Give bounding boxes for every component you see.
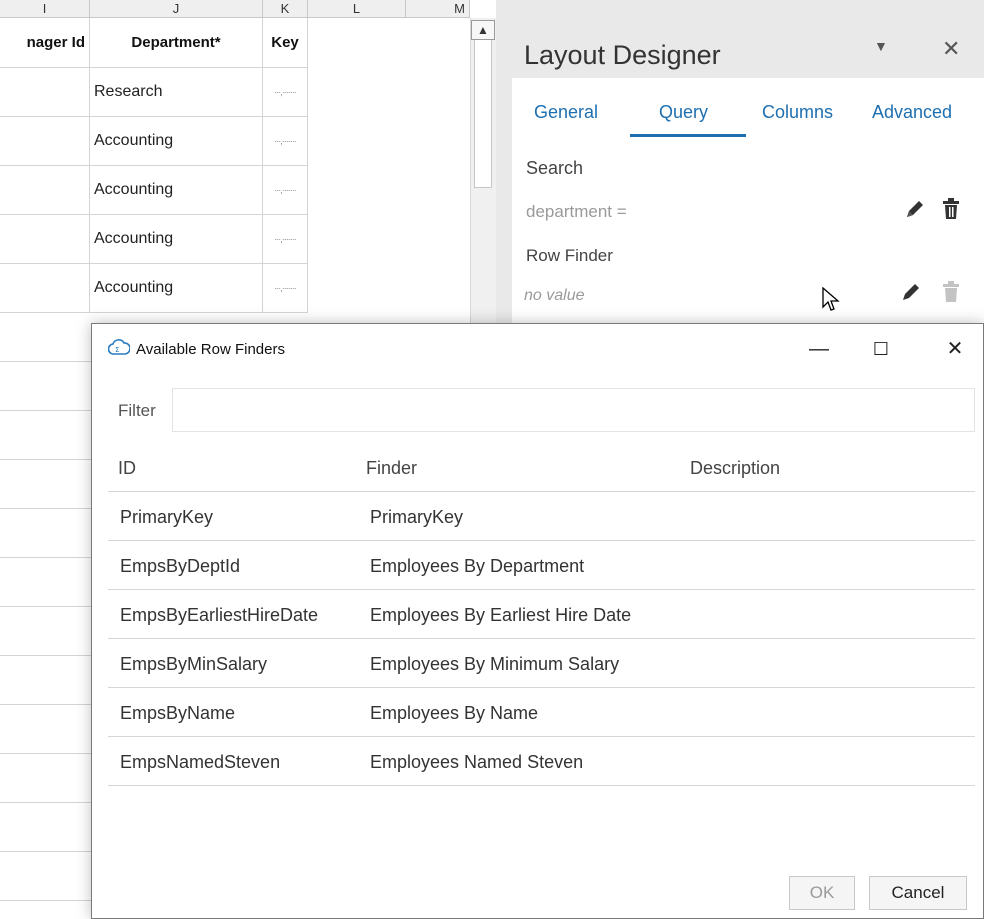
table-row[interactable]: PrimaryKey PrimaryKey	[108, 492, 975, 541]
cloud-app-icon: Σ	[107, 338, 131, 358]
row-finder: Employees By Department	[370, 556, 585, 576]
table-header: ID Finder Description	[108, 444, 975, 492]
table-row	[0, 509, 91, 558]
column-letter-m[interactable]: M	[406, 0, 470, 18]
table-row	[0, 705, 91, 754]
table-row	[0, 460, 91, 509]
grid-cell[interactable]	[0, 264, 90, 313]
row-id: EmpsNamedSteven	[120, 752, 281, 772]
pencil-icon[interactable]	[904, 198, 926, 226]
department-cell[interactable]: Accounting	[90, 215, 263, 264]
row-id: EmpsByMinSalary	[120, 654, 268, 674]
table-row	[0, 411, 91, 460]
minimize-icon[interactable]: —	[796, 334, 842, 364]
table-row[interactable]: EmpsByName Employees By Name	[108, 688, 975, 737]
key-cell[interactable]: ···,·······	[263, 68, 308, 117]
maximize-icon[interactable]: ☐	[858, 334, 904, 364]
close-icon[interactable]: ✕	[932, 334, 978, 364]
cancel-button[interactable]: Cancel	[869, 876, 967, 910]
table-row[interactable]: EmpsByEarliestHireDate Employees By Earl…	[108, 590, 975, 639]
row-id: PrimaryKey	[120, 507, 214, 527]
header-key[interactable]: Key	[263, 18, 308, 68]
column-letter-j[interactable]: J	[90, 0, 263, 18]
table-row: Accounting ···,·······	[0, 264, 308, 313]
available-row-finders-dialog: Σ Available Row Finders — ☐ ✕ Filter ID …	[91, 323, 984, 919]
dialog-title: Available Row Finders	[136, 341, 285, 358]
table-row	[0, 558, 91, 607]
row-id: EmpsByDeptId	[120, 556, 241, 576]
row-finder-label: Row Finder	[526, 246, 613, 265]
scrollbar-thumb[interactable]	[474, 24, 492, 188]
row-finder: Employees By Name	[370, 703, 539, 723]
table-row	[0, 754, 91, 803]
table-row	[0, 803, 91, 852]
trash-icon[interactable]	[942, 281, 960, 309]
svg-text:Σ: Σ	[115, 346, 119, 354]
department-cell[interactable]: Accounting	[90, 264, 263, 313]
pencil-icon[interactable]	[900, 281, 922, 309]
department-cell[interactable]: Accounting	[90, 117, 263, 166]
tab-advanced[interactable]: Advanced	[872, 102, 952, 123]
dropdown-arrow-icon[interactable]: ▼	[874, 38, 888, 54]
tab-columns[interactable]: Columns	[762, 102, 833, 123]
row-id: EmpsByEarliestHireDate	[120, 605, 319, 625]
grid-cell[interactable]	[0, 215, 90, 264]
dialog-titlebar[interactable]: Σ Available Row Finders — ☐ ✕	[92, 324, 983, 376]
close-icon[interactable]: ✕	[942, 36, 960, 62]
row-finder: PrimaryKey	[370, 507, 464, 527]
grid-cell[interactable]	[0, 68, 90, 117]
table-row: Accounting ···,·······	[0, 215, 308, 264]
mouse-cursor-icon	[822, 286, 840, 318]
table-row[interactable]: EmpsByDeptId Employees By Department	[108, 541, 975, 590]
key-cell[interactable]: ···,·······	[263, 166, 308, 215]
table-row	[0, 362, 91, 411]
grid-cell[interactable]	[0, 166, 90, 215]
key-cell[interactable]: ···,·······	[263, 117, 308, 166]
search-label: Search	[526, 158, 584, 178]
search-value: department =	[526, 202, 627, 221]
column-letter-l[interactable]: L	[308, 0, 406, 18]
table-row[interactable]: EmpsNamedSteven Employees Named Steven	[108, 737, 975, 786]
trash-icon[interactable]	[942, 198, 960, 226]
row-finder-value: no value	[524, 287, 585, 304]
table-row: Accounting ···,·······	[0, 117, 308, 166]
table-row	[0, 313, 91, 362]
active-tab-indicator	[630, 134, 746, 137]
column-letter-i[interactable]: I	[0, 0, 90, 18]
tab-general[interactable]: General	[534, 102, 598, 123]
key-cell[interactable]: ···,·······	[263, 215, 308, 264]
row-finder: Employees Named Steven	[370, 752, 584, 772]
filter-input[interactable]	[172, 388, 975, 432]
grid-cell[interactable]	[0, 117, 90, 166]
row-id: EmpsByName	[120, 703, 236, 723]
key-cell[interactable]: ···,·······	[263, 264, 308, 313]
header-manager-id[interactable]: nager Id	[0, 18, 90, 68]
table-row	[0, 656, 91, 705]
tab-query[interactable]: Query	[659, 102, 708, 123]
column-header-finder[interactable]: Finder	[366, 458, 417, 479]
table-row	[0, 607, 91, 656]
ok-button[interactable]: OK	[789, 876, 855, 910]
department-cell[interactable]: Research	[90, 68, 263, 117]
table-row	[0, 852, 91, 901]
filter-label: Filter	[118, 401, 156, 420]
table-row: Accounting ···,·······	[0, 166, 308, 215]
table-row: Research ···,·······	[0, 68, 308, 117]
column-header-description[interactable]: Description	[690, 458, 780, 479]
row-finder: Employees By Minimum Salary	[370, 654, 620, 674]
table-row[interactable]: EmpsByMinSalary Employees By Minimum Sal…	[108, 639, 975, 688]
column-letter-bar: I J K L M	[0, 0, 470, 18]
row-finder: Employees By Earliest Hire Date	[370, 605, 632, 625]
header-department[interactable]: Department*	[90, 18, 263, 68]
department-cell[interactable]: Accounting	[90, 166, 263, 215]
scroll-up-button[interactable]: ▲	[471, 20, 495, 40]
column-header-id[interactable]: ID	[118, 458, 136, 479]
column-letter-k[interactable]: K	[263, 0, 308, 18]
pane-title: Layout Designer	[524, 40, 721, 70]
